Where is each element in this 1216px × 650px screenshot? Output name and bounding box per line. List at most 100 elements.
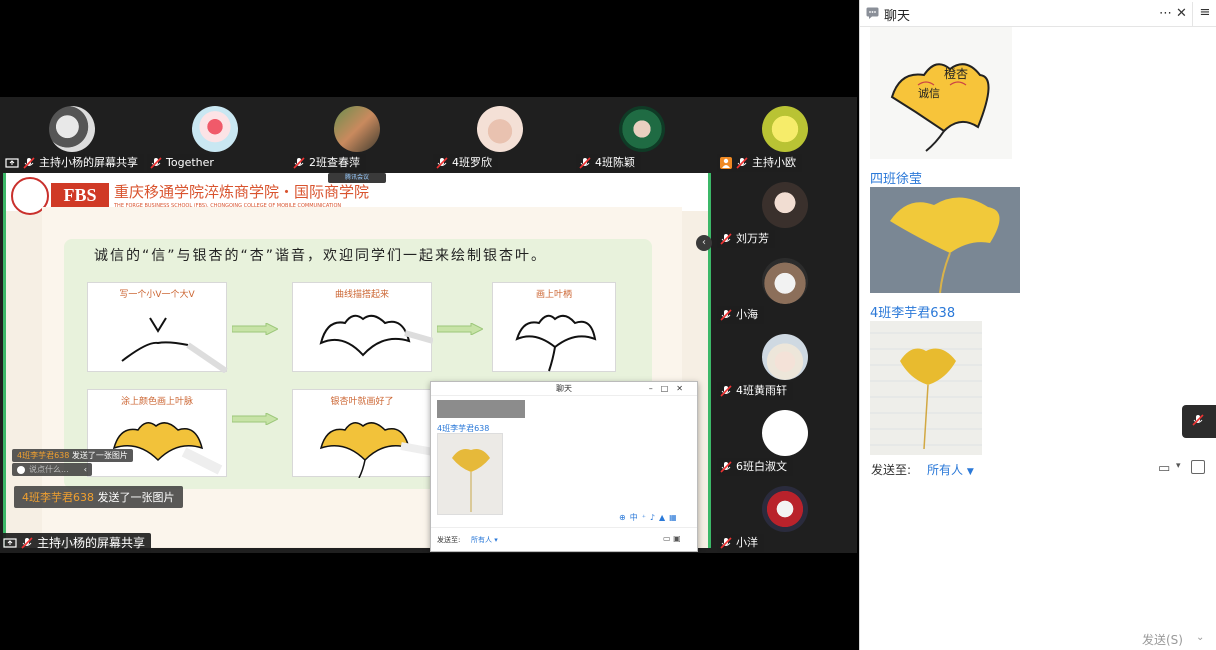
recipient-select[interactable]: 所有人 ▼ <box>927 461 974 478</box>
chat-toast-large[interactable]: 4班李芋君638 发送了一张图片 <box>14 486 183 508</box>
send-to-row: 发送至: 所有人 ▼ ▭ ▾ <box>860 455 1216 483</box>
participant-name-tag: 4班黄雨轩 <box>717 382 793 400</box>
meeting-badge[interactable]: 腾讯会议 <box>328 173 386 183</box>
participant-name-tag: 刘万芳 <box>717 230 775 248</box>
participant-tile[interactable]: 小海 <box>715 249 857 325</box>
leaf-photo <box>870 187 1020 293</box>
school-name-cn: 重庆移通学院淬炼商学院・国际商学院 <box>114 183 370 201</box>
toast-sender: 4班李芋君638 <box>17 451 70 460</box>
toast-text: 发送了一张图片 <box>97 491 175 504</box>
share-banner-text: 主持小杨的屏幕共享 <box>37 536 146 550</box>
floating-chat-title: 聊天 <box>556 384 572 393</box>
leaf-drawing <box>319 314 433 357</box>
chevron-left-icon[interactable]: ‹ <box>84 465 87 474</box>
screenshot-icon[interactable] <box>1191 460 1205 474</box>
emoji-icon <box>17 465 25 474</box>
leaf-drawing <box>112 422 223 475</box>
attach-icon[interactable]: ▭ ▣ <box>663 534 681 543</box>
participant-tile[interactable]: 2班查春萍 <box>286 97 429 173</box>
chat-photo[interactable]: 诚信 橙杏 <box>870 27 1012 159</box>
participant-name-tag: 4班陈颖 <box>576 154 641 172</box>
participant-name-tag: Together <box>147 154 220 172</box>
toast-sender: 4班李芋君638 <box>22 491 94 504</box>
chat-input[interactable] <box>870 486 1207 621</box>
chevron-down-icon[interactable]: ▾ <box>1176 461 1181 471</box>
floating-chat-window[interactable]: 聊天 –□✕ 4班李芋君638 ⊕中⁺♪▲▦ 发送至: 所有人 ▾ ▭ ▣ <box>430 381 698 552</box>
chat-photo[interactable] <box>870 321 982 455</box>
participant-tile[interactable]: 4班黄雨轩 <box>715 325 857 401</box>
participant-tile[interactable]: Together <box>143 97 286 173</box>
participant-tile[interactable]: 4班陈颖 <box>572 97 715 173</box>
screen-share-icon <box>5 157 19 168</box>
participant-name-tag: 主持小杨的屏幕共享 <box>2 154 144 172</box>
collapse-strip-button[interactable]: ‹ <box>696 235 712 251</box>
arrow-right-icon <box>232 413 278 425</box>
participant-name: 2班查春萍 <box>309 156 360 169</box>
photo-caption: 诚信 <box>918 87 940 100</box>
arrow-right-icon <box>437 323 483 335</box>
avatar <box>49 106 95 152</box>
floating-mic-tab[interactable] <box>1182 405 1216 438</box>
chat-photo[interactable] <box>870 187 1020 293</box>
participant-name: 4班罗欣 <box>452 156 492 169</box>
leaf-drawing <box>515 314 597 372</box>
step-image: 画上叶柄 <box>492 282 616 372</box>
menu-icon[interactable]: ≡ <box>1192 2 1216 26</box>
participant-name-tag: 小洋 <box>717 534 764 552</box>
mic-muted-icon <box>150 157 162 169</box>
recipient-select[interactable]: 所有人 ▾ <box>471 535 498 545</box>
participant-tile[interactable]: 主持小杨的屏幕共享 <box>0 97 144 173</box>
recipient-value: 所有人 <box>471 536 492 544</box>
avatar <box>192 106 238 152</box>
mic-muted-icon <box>720 309 732 321</box>
mic-muted-icon <box>293 157 305 169</box>
mic-muted-icon <box>720 461 732 473</box>
avatar <box>619 106 665 152</box>
step-image: 曲线描搭起来 <box>292 282 433 372</box>
input-toolbar[interactable]: ⊕中⁺♪▲▦ <box>619 512 681 523</box>
leaf-drawing <box>319 422 433 478</box>
chat-toast[interactable]: 4班李芋君638 发送了一张图片 <box>12 449 133 462</box>
chat-quick-input[interactable]: 说点什么... ‹ <box>12 463 92 476</box>
window-controls[interactable]: –□✕ <box>649 382 691 396</box>
participant-name-tag: 4班罗欣 <box>433 154 498 172</box>
participant-tile[interactable]: 小洋 <box>715 477 857 553</box>
send-button-label: 发送(S) <box>1142 633 1183 647</box>
video-area: 主持小杨的屏幕共享 Together 2班查春萍 4班罗欣 4班陈颖 主持小欧 … <box>0 97 857 553</box>
mic-muted-icon <box>720 537 732 549</box>
chevron-down-icon[interactable]: ⌄ <box>1196 632 1204 643</box>
mic-muted-icon <box>720 233 732 245</box>
avatar <box>762 486 808 532</box>
participant-tile[interactable]: 4班罗欣 <box>429 97 572 173</box>
chat-message-list[interactable]: 诚信 橙杏 四班徐莹 4班李芋君638 <box>860 27 1216 455</box>
participant-name: 4班陈颖 <box>595 156 635 169</box>
participant-name: 主持小欧 <box>752 156 796 169</box>
avatar <box>762 106 808 152</box>
floating-chat-titlebar[interactable]: 聊天 –□✕ <box>431 382 697 396</box>
host-icon <box>720 157 732 169</box>
mic-muted-icon <box>23 157 35 169</box>
participant-name: 6班白淑文 <box>736 460 787 473</box>
send-to-label: 发送至: <box>437 536 461 544</box>
more-icon[interactable]: ⋯ <box>1159 6 1172 21</box>
participant-name: 4班黄雨轩 <box>736 384 787 397</box>
chat-photo[interactable] <box>437 433 503 515</box>
chat-photo[interactable] <box>437 400 525 418</box>
participant-tile[interactable]: 刘万芳 <box>715 173 857 249</box>
participant-tile[interactable]: 6班白淑文 <box>715 401 857 477</box>
mic-muted-icon <box>436 157 448 169</box>
send-to-label: 发送至: <box>871 463 912 477</box>
participant-tile[interactable]: 主持小欧 <box>715 97 857 173</box>
avatar <box>762 410 808 456</box>
mic-muted-icon <box>21 537 33 549</box>
chat-header: 聊天 ⋯ ✕ ≡ <box>860 0 1216 27</box>
chat-sender: 四班徐莹 <box>870 172 923 187</box>
avatar <box>477 106 523 152</box>
screen-share-icon <box>3 537 17 548</box>
close-icon[interactable]: ✕ <box>1176 6 1187 21</box>
step-image: 银杏叶就画好了 <box>292 389 433 478</box>
arrow-right-icon <box>232 323 278 335</box>
folder-icon[interactable]: ▭ <box>1158 461 1170 476</box>
send-button[interactable]: 发送(S) <box>1142 631 1183 648</box>
quick-input-placeholder: 说点什么... <box>29 465 69 474</box>
